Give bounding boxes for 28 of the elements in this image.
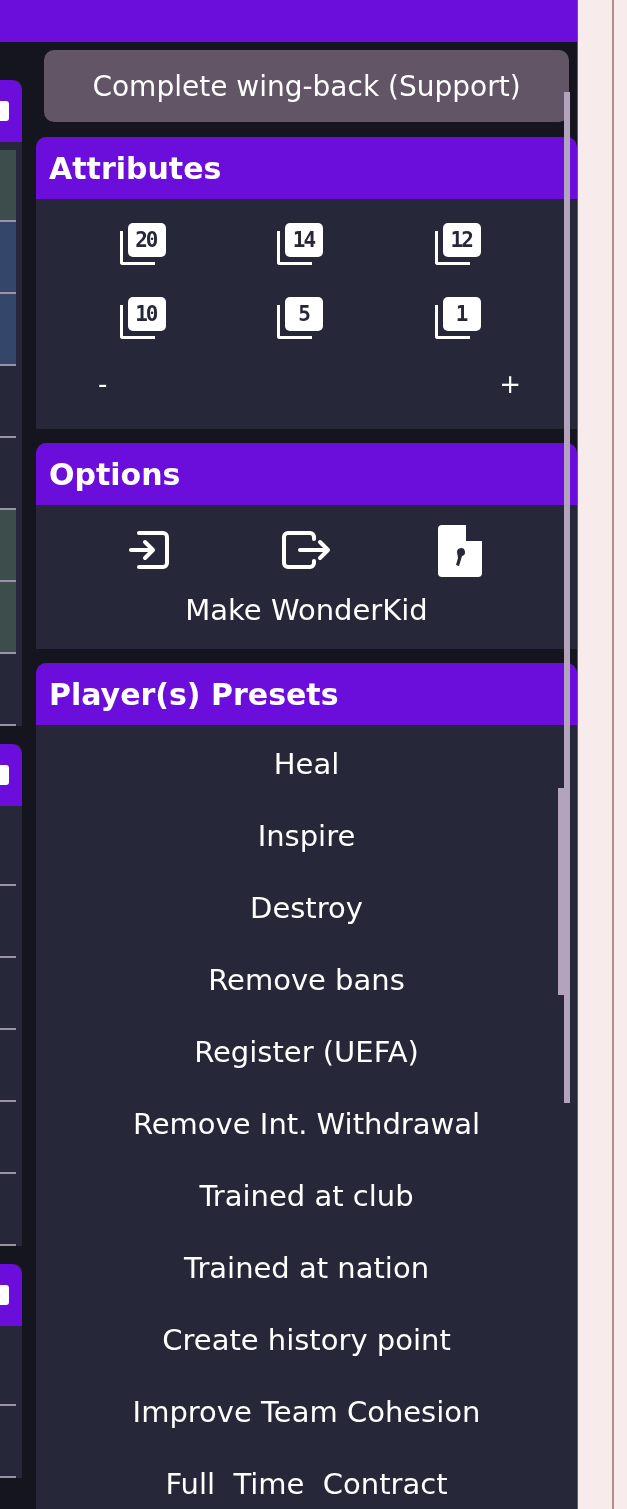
preset-button[interactable]: Inspire [257, 819, 356, 853]
preset-button[interactable]: Register (UEFA) [194, 1035, 419, 1069]
preset-button[interactable]: Heal [273, 747, 340, 781]
role-button[interactable]: Complete wing-back (Support) [44, 50, 569, 122]
list-row [0, 222, 16, 294]
scrollbar-thumb[interactable] [558, 788, 564, 995]
panel-icon [0, 1285, 9, 1305]
list-row [0, 294, 16, 366]
panel-title: Attributes [36, 137, 577, 199]
panel-icon [0, 101, 9, 121]
preset-button[interactable]: Trained at club [199, 1179, 414, 1213]
list-row [0, 150, 16, 222]
panel-title: Player(s) Presets [36, 663, 577, 725]
wonderkid-button[interactable]: Make WonderKid [185, 593, 428, 627]
list-row [0, 582, 16, 654]
panel-title: Options [36, 443, 577, 505]
preset-button[interactable]: Trained at nation [183, 1251, 430, 1285]
preset-button[interactable]: Destroy [250, 891, 363, 925]
preset-button[interactable]: Improve Team Cohesion [132, 1395, 481, 1429]
preset-button[interactable]: Remove bans [208, 963, 405, 997]
preset-button[interactable]: Full Time Contract [165, 1467, 448, 1501]
panel-icon [0, 765, 9, 785]
file-icon [438, 525, 483, 577]
preset-button[interactable]: Remove Int. Withdrawal [132, 1107, 481, 1141]
list-row [0, 510, 16, 582]
preset-button[interactable]: Create history point [162, 1323, 451, 1357]
decrease-button[interactable]: - [94, 369, 112, 399]
increase-button[interactable]: + [495, 369, 525, 399]
